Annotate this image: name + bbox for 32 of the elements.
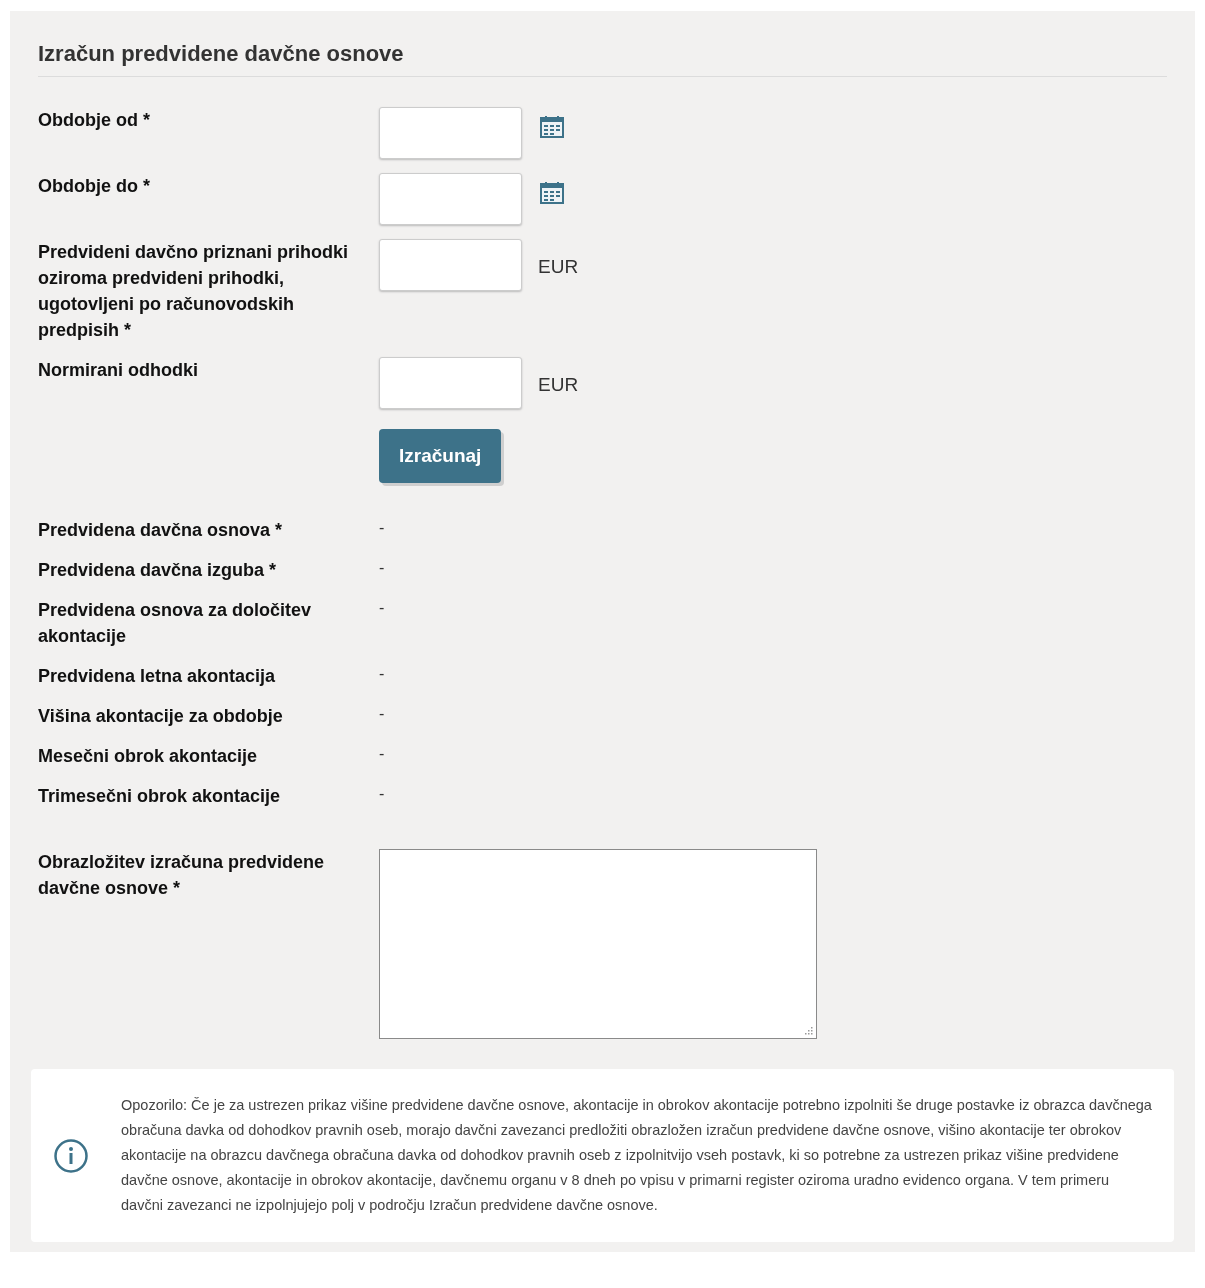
result-value: - — [379, 784, 385, 804]
calendar-icon[interactable] — [540, 116, 564, 138]
warning-text: Opozorilo: Če je za ustrezen prikaz višine predvidene davčne osnove, akontacije in obrokov akontacije potrebno izpolniti še druge postavke iz obrazca davčnega obračuna davka od dohodkov pravnih oseb, morajo davčni zavezanci predložiti obrazložen izračun predvidene davčne osnove, višino akontacije ter obrokov akontacije na obrazcu davčnega obračuna davka od dohodkov pravnih oseb z izpolnitvijo vseh postavk, ki so potrebne za ustrezen prikaz višine predvidene davčne osnove, akontacije in obrokov akontacije, davčnemu organu v 8 dneh po vpisu v primarni register oziroma uradno evidenco organa. V tem primeru davčni zavezanci ne izpolnjujejo polj v področju Izračun predvidene davčne osnove. — [121, 1096, 1153, 1215]
field-label: Obrazložitev izračuna predvidene davčne osnove * — [38, 851, 326, 900]
date-input[interactable] — [379, 173, 522, 225]
currency-unit: EUR — [538, 373, 579, 397]
field-label: Obdobje do * — [38, 175, 151, 198]
result-label: Predvidena letna akontacija — [38, 665, 277, 688]
result-value: - — [379, 558, 385, 578]
field-label: Predvideni davčno priznani prihodki oziroma predvideni prihodki, ugotovljeni po računovodskih predpisih * — [38, 241, 350, 342]
result-label: Mesečni obrok akontacije — [38, 745, 259, 768]
info-icon — [53, 1137, 89, 1174]
result-value: - — [379, 664, 385, 684]
resize-grip-icon[interactable] — [804, 1026, 813, 1035]
field-label: Normirani odhodki — [38, 359, 199, 382]
amount-input[interactable] — [379, 239, 522, 291]
result-value: - — [379, 744, 385, 764]
result-value: - — [379, 598, 385, 618]
result-value: - — [379, 704, 385, 724]
currency-unit: EUR — [538, 255, 579, 279]
calendar-icon[interactable] — [540, 182, 564, 204]
result-label: Predvidena davčna osnova * — [38, 519, 284, 542]
amount-input[interactable] — [379, 357, 522, 409]
result-value: - — [379, 518, 385, 538]
result-label: Predvidena davčna izguba * — [38, 559, 278, 582]
result-label: Višina akontacije za obdobje — [38, 705, 284, 728]
date-input[interactable] — [379, 107, 522, 159]
section-title: Izračun predvidene davčne osnove — [38, 37, 1167, 77]
field-label: Obdobje od * — [38, 109, 151, 132]
result-label: Predvidena osnova za določitev akontacije — [38, 599, 313, 648]
result-label: Trimesečni obrok akontacije — [38, 785, 282, 808]
calculate-button[interactable]: Izračunaj — [379, 429, 502, 483]
